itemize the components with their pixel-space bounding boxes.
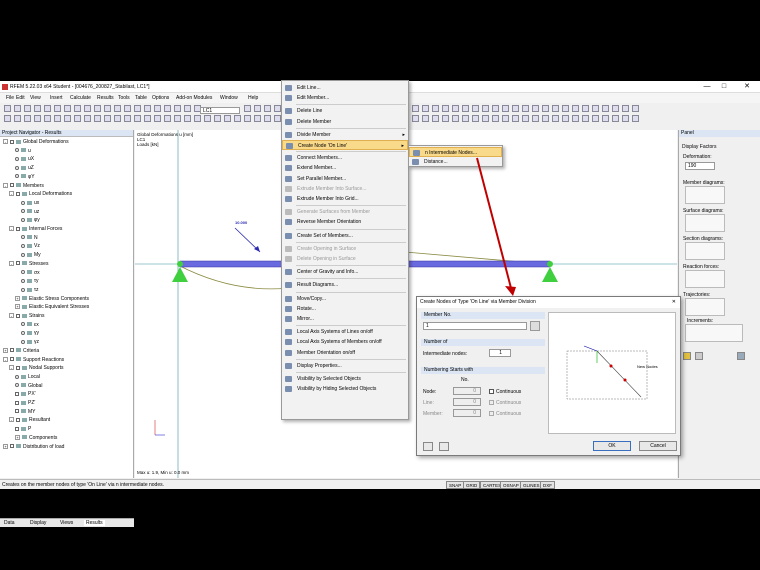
node-start-value: 0 bbox=[473, 388, 476, 394]
number-group-header: Number of bbox=[421, 339, 545, 346]
checkbox-checked-icon bbox=[489, 389, 494, 394]
preview-drawing: New Nodes bbox=[566, 345, 658, 400]
intermediate-nodes-spinner[interactable]: 1 bbox=[489, 349, 511, 357]
checkbox-icon bbox=[489, 400, 494, 405]
annotation-layer bbox=[476, 157, 516, 296]
dialog-title-text: Create Nodes of Type 'On Line' via Membe… bbox=[420, 299, 536, 305]
node-label: Node: bbox=[423, 389, 437, 395]
preview-node bbox=[609, 364, 613, 368]
intermediate-nodes-value: 1 bbox=[499, 350, 502, 356]
line-start-value: 0 bbox=[473, 399, 476, 405]
line-start-input[interactable]: 0 bbox=[453, 398, 481, 406]
continuous-label: Continuous bbox=[496, 411, 522, 417]
member-no-input[interactable]: 1 bbox=[423, 322, 527, 330]
checkbox-icon bbox=[489, 411, 494, 416]
dialog-title: Create Nodes of Type 'On Line' via Membe… bbox=[417, 297, 680, 308]
member-no-value: 1 bbox=[426, 323, 429, 329]
help-icon[interactable] bbox=[423, 442, 433, 451]
member-division-dialog: Create Nodes of Type 'On Line' via Membe… bbox=[416, 296, 681, 456]
preview-box bbox=[566, 350, 648, 400]
node-start-input[interactable]: 0 bbox=[453, 387, 481, 395]
preview-member bbox=[596, 350, 642, 398]
preview-label: New Nodes bbox=[637, 364, 658, 369]
intermediate-nodes-label: Intermediate nodes: bbox=[423, 351, 468, 357]
cancel-button[interactable]: Cancel bbox=[639, 441, 677, 451]
pick-member-icon[interactable] bbox=[530, 321, 540, 331]
continuous-label: Continuous bbox=[496, 400, 522, 406]
annotation-arrow-head bbox=[505, 286, 516, 296]
preview-image: New Nodes bbox=[548, 312, 676, 434]
preview-node bbox=[623, 378, 627, 382]
dialog-close-button[interactable]: ✕ bbox=[672, 297, 676, 308]
numbering-group-header: Numbering Starts with bbox=[421, 367, 545, 374]
ok-button[interactable]: OK bbox=[593, 441, 631, 451]
member-start-value: 0 bbox=[473, 410, 476, 416]
line-label: Line: bbox=[423, 400, 434, 406]
preview-axis-y bbox=[583, 345, 598, 352]
member-label: Member: bbox=[423, 411, 443, 417]
member-start-input[interactable]: 0 bbox=[453, 409, 481, 417]
no-column-header: No. bbox=[461, 377, 469, 383]
continuous-label: Continuous bbox=[496, 389, 522, 395]
annotation-arrow bbox=[476, 157, 512, 289]
member-group-header: Member No. bbox=[421, 312, 545, 319]
edit-icon[interactable] bbox=[439, 442, 449, 451]
